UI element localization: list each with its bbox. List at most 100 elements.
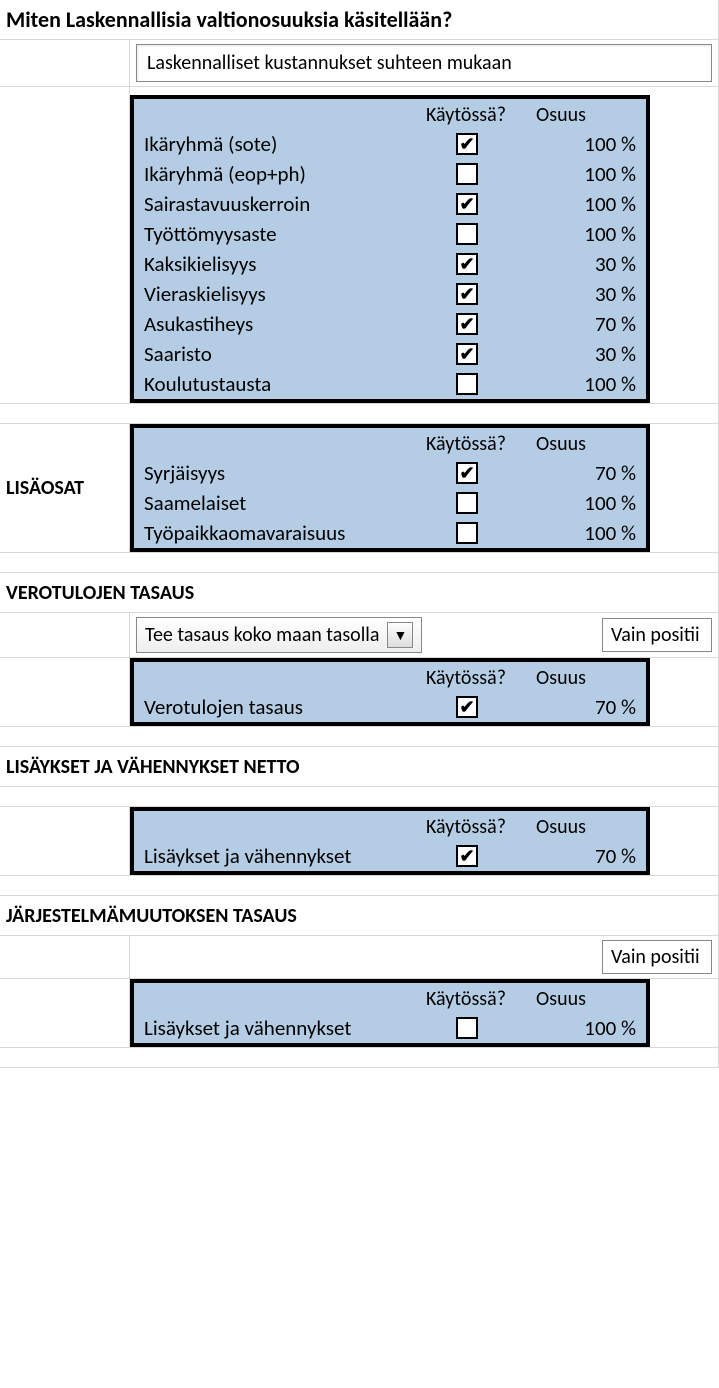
row-label: Ikäryhmä (sote): [144, 131, 426, 157]
jarjestelma-panel: Käytössä?OsuusLisäykset ja vähennykset10…: [130, 979, 650, 1047]
checkbox[interactable]: [456, 223, 478, 245]
panel-row: Koulutustausta 100 %: [134, 369, 646, 399]
section-lisaykset: LISÄYKSET JA VÄHENNYKSET NETTO: [0, 747, 719, 787]
tasaus-dropdown[interactable]: Tee tasaus koko maan tasolla ▼: [136, 617, 422, 653]
panel-row: Verotulojen tasaus 70 %: [134, 692, 646, 722]
panel-row: Ikäryhmä (eop+ph) 100 %: [134, 159, 646, 189]
row-value: 100 %: [536, 161, 636, 187]
row-label: Asukastiheys: [144, 311, 426, 337]
chevron-down-icon[interactable]: ▼: [387, 622, 413, 648]
checkbox[interactable]: [456, 492, 478, 514]
verotulojen-panel: Käytössä?Osuus Verotulojen tasaus 70 %: [130, 658, 650, 726]
spacer: [0, 553, 719, 573]
row-value: 100 %: [536, 371, 636, 397]
section-verotulojen: VEROTULOJEN TASAUS: [0, 573, 719, 613]
grid-cell: [0, 807, 130, 876]
panel-row: Lisäykset ja vähennykset 70 %: [134, 841, 646, 871]
spacer: [0, 876, 719, 896]
header-osuus: Osuus: [536, 666, 636, 690]
checkbox[interactable]: [456, 1017, 478, 1039]
grid-cell: [0, 979, 130, 1048]
checkbox[interactable]: [456, 522, 478, 544]
header-osuus: Osuus: [536, 987, 636, 1011]
row-value: 70 %: [536, 694, 636, 720]
panel-row: Kaksikielisyys 30 %: [134, 249, 646, 279]
checkbox[interactable]: [456, 462, 478, 484]
row-label: Saamelaiset: [144, 490, 426, 516]
row-label: Työpaikkaomavaraisuus: [144, 520, 426, 546]
header-kaytossa: Käytössä?: [426, 666, 536, 690]
spacer: [0, 1048, 719, 1068]
row-label: Syrjäisyys: [144, 460, 426, 486]
header-kaytossa: Käytössä?: [426, 432, 536, 456]
row-label: Kaksikielisyys: [144, 251, 426, 277]
row-label: Ikäryhmä (eop+ph): [144, 161, 426, 187]
header-osuus: Osuus: [536, 103, 636, 127]
header-kaytossa: Käytössä?: [426, 815, 536, 839]
grid-cell: Käytössä?OsuusIkäryhmä (sote)100 %Ikäryh…: [130, 87, 719, 404]
row-label: Saaristo: [144, 341, 426, 367]
grid-cell: Laskennalliset kustannukset suhteen muka…: [130, 40, 719, 87]
panel-row: Sairastavuuskerroin 100 %: [134, 189, 646, 219]
spacer: [0, 404, 719, 424]
panel-row: Työpaikkaomavaraisuus100 %: [134, 518, 646, 548]
checkbox[interactable]: [456, 163, 478, 185]
row-value: 70 %: [536, 843, 636, 869]
grid-cell: Käytössä?Osuus Verotulojen tasaus 70 %: [130, 658, 719, 727]
row-value: 70 %: [536, 311, 636, 337]
row-value: 100 %: [536, 490, 636, 516]
grid-cell: Käytössä?OsuusLisäykset ja vähennykset10…: [130, 979, 719, 1048]
header-kaytossa: Käytössä?: [426, 987, 536, 1011]
row-label: Verotulojen tasaus: [144, 694, 426, 720]
grid-cell: [0, 936, 130, 979]
vain-positii-box-2[interactable]: Vain positii: [602, 940, 712, 974]
row-value: 100 %: [536, 131, 636, 157]
panel-row: Työttömyysaste 100 %: [134, 219, 646, 249]
row-label: Koulutustausta: [144, 371, 426, 397]
criteria-panel: Käytössä?OsuusIkäryhmä (sote)100 %Ikäryh…: [130, 95, 650, 403]
checkbox[interactable]: [456, 313, 478, 335]
row-value: 30 %: [536, 341, 636, 367]
row-value: 30 %: [536, 251, 636, 277]
row-label: Lisäykset ja vähennykset: [144, 843, 426, 869]
method-input[interactable]: Laskennalliset kustannukset suhteen muka…: [136, 44, 712, 82]
row-value: 100 %: [536, 191, 636, 217]
panel-row: Vieraskielisyys 30 %: [134, 279, 646, 309]
grid-cell: Vain positii: [130, 936, 719, 979]
checkbox[interactable]: [456, 845, 478, 867]
dropdown-label: Tee tasaus koko maan tasolla: [145, 623, 379, 647]
spacer: [0, 787, 719, 807]
checkbox[interactable]: [456, 193, 478, 215]
grid-cell: [0, 40, 130, 87]
panel-row: Ikäryhmä (sote) 100 %: [134, 129, 646, 159]
spacer: [0, 727, 719, 747]
lisaykset-panel: Käytössä?OsuusLisäykset ja vähennykset70…: [130, 807, 650, 875]
row-label: Työttömyysaste: [144, 221, 426, 247]
grid-cell: Käytössä?Osuus Syrjäisyys 70 % Saamelaiset 1…: [130, 424, 719, 553]
page-title: Miten Laskennallisia valtionosuuksia käs…: [0, 0, 719, 40]
row-value: 30 %: [536, 281, 636, 307]
panel-row: Asukastiheys 70 %: [134, 309, 646, 339]
grid-cell: [0, 87, 130, 404]
checkbox[interactable]: [456, 696, 478, 718]
checkbox[interactable]: [456, 253, 478, 275]
checkbox[interactable]: [456, 343, 478, 365]
row-label: Vieraskielisyys: [144, 281, 426, 307]
panel-row: Syrjäisyys 70 %: [134, 458, 646, 488]
checkbox[interactable]: [456, 133, 478, 155]
vain-positii-box[interactable]: Vain positii: [602, 618, 712, 652]
row-value: 100 %: [536, 221, 636, 247]
checkbox[interactable]: [456, 373, 478, 395]
section-lisaosat: LISÄOSAT: [0, 424, 130, 553]
header-osuus: Osuus: [536, 432, 636, 456]
panel-row: Lisäykset ja vähennykset100 %: [134, 1013, 646, 1043]
grid-cell: Tee tasaus koko maan tasolla ▼ Vain posi…: [130, 613, 719, 658]
panel-row: Saamelaiset 100 %: [134, 488, 646, 518]
grid-cell: Käytössä?OsuusLisäykset ja vähennykset70…: [130, 807, 719, 876]
lisaosat-panel: Käytössä?Osuus Syrjäisyys 70 % Saamelaiset 1…: [130, 424, 650, 552]
row-value: 70 %: [536, 460, 636, 486]
panel-row: Saaristo 30 %: [134, 339, 646, 369]
header-kaytossa: Käytössä?: [426, 103, 536, 127]
row-label: Sairastavuuskerroin: [144, 191, 426, 217]
checkbox[interactable]: [456, 283, 478, 305]
